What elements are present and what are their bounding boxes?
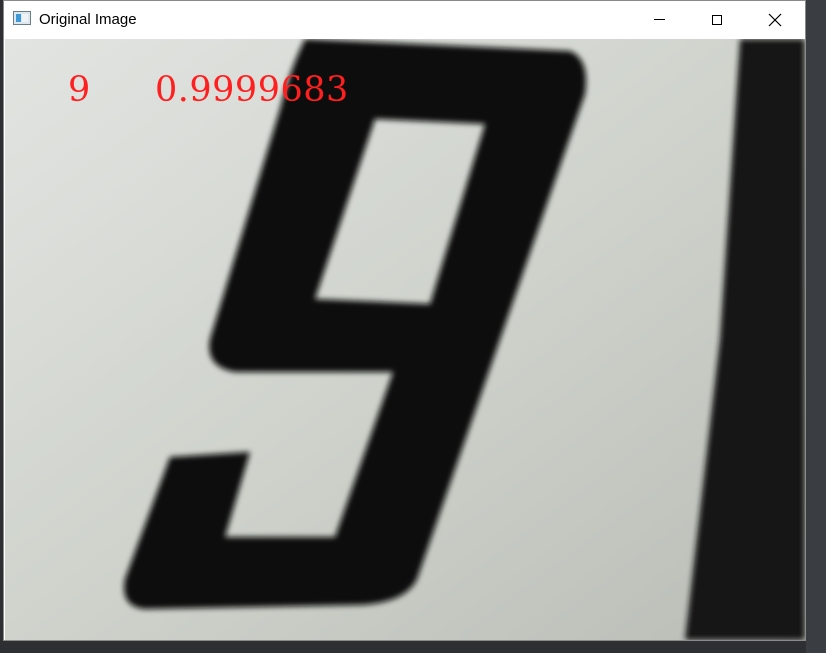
background-window-edge (806, 0, 826, 653)
minimize-icon (653, 19, 665, 20)
window-title: Original Image (39, 11, 137, 28)
predicted-digit-label: 9 (68, 70, 91, 110)
camera-image-view: 9 0.9999683 (5, 39, 805, 640)
title-bar[interactable]: Original Image (4, 1, 805, 38)
maximize-button[interactable] (694, 1, 740, 38)
maximize-icon (712, 14, 722, 25)
image-window: Original Image 9 0.9999683 (3, 0, 806, 641)
close-icon (768, 13, 782, 26)
camera-frame-image (5, 39, 805, 640)
minimize-button[interactable] (636, 1, 682, 38)
app-window-icon (13, 11, 31, 25)
confidence-score: 0.9999683 (155, 70, 349, 110)
close-button[interactable] (752, 1, 798, 38)
